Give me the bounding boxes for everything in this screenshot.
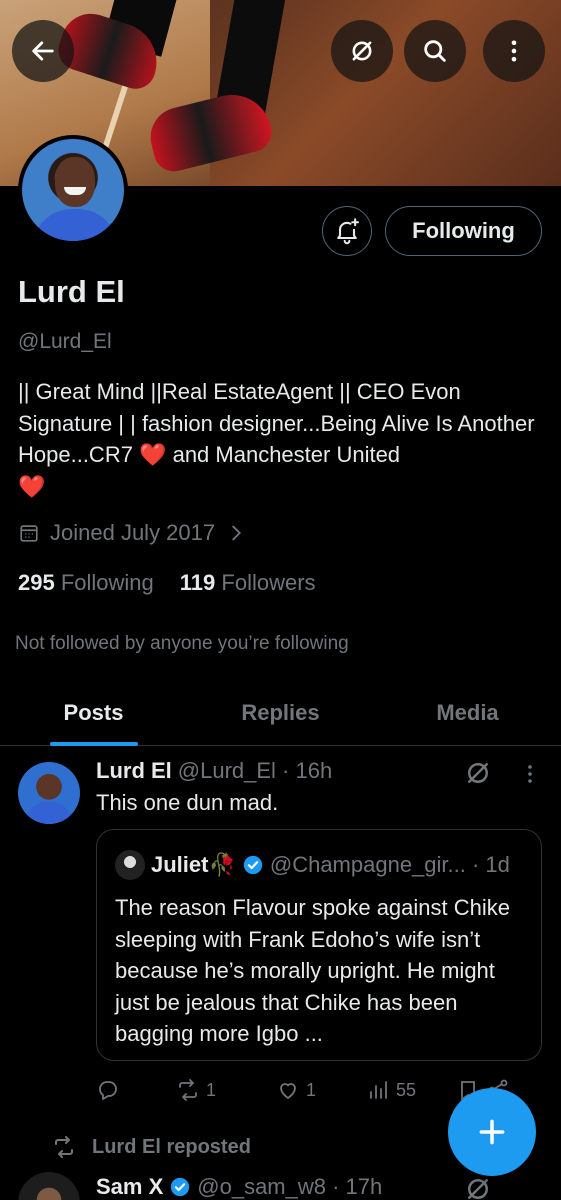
not-followed-note: Not followed by anyone you’re following: [15, 633, 349, 654]
search-button[interactable]: [404, 20, 466, 82]
quote-avatar: [115, 850, 145, 880]
reply-button[interactable]: [96, 1078, 176, 1102]
more-vertical-icon: [511, 40, 517, 62]
following-button[interactable]: Following: [385, 206, 542, 256]
post-avatar[interactable]: [18, 1172, 80, 1200]
tab-posts[interactable]: Posts: [0, 680, 187, 746]
repost-count: 1: [206, 1079, 217, 1100]
plus-icon: [479, 1119, 505, 1145]
profile-avatar[interactable]: [18, 135, 128, 245]
bio-text-2: and Manchester United: [166, 442, 401, 467]
verified-badge-icon: [243, 855, 263, 875]
post-avatar[interactable]: [18, 762, 80, 824]
quote-header: Juliet🥀 @Champagne_gir... · 1d: [115, 850, 510, 880]
repost-note[interactable]: Lurd El reposted: [92, 1136, 251, 1159]
quote-author: Juliet🥀: [151, 852, 236, 877]
avatar-body: [26, 802, 72, 824]
back-button[interactable]: [12, 20, 74, 82]
like-button[interactable]: 1: [276, 1078, 366, 1102]
views-button[interactable]: 55: [366, 1078, 456, 1102]
post-handle-time: @o_sam_w8 · 17h: [197, 1174, 383, 1199]
calendar-icon: [20, 525, 38, 542]
post-author[interactable]: Sam X: [96, 1174, 163, 1200]
bell-plus-icon: [337, 218, 360, 245]
search-icon: [424, 40, 446, 62]
avatar-body: [32, 209, 118, 241]
followers-count-link[interactable]: 119 Followers: [180, 570, 316, 596]
post-text: This one dun mad.: [96, 790, 279, 815]
heart-emoji: ❤️: [139, 442, 167, 467]
follow-counts: 295 Following 119 Followers: [18, 570, 316, 596]
compose-button[interactable]: [448, 1088, 536, 1176]
profile-name: Lurd El: [18, 274, 125, 309]
back-arrow-icon: [32, 41, 54, 61]
like-count: 1: [306, 1079, 317, 1100]
following-count: 295: [18, 570, 55, 595]
views-count: 55: [396, 1079, 417, 1100]
heart-icon: [280, 1083, 296, 1099]
joined-date[interactable]: Joined July 2017: [18, 520, 247, 546]
profile-handle: @Lurd_El: [18, 330, 112, 353]
grok-icon: [352, 41, 372, 61]
tab-media[interactable]: Media: [374, 680, 561, 745]
joined-label: Joined July 2017: [50, 520, 216, 545]
reply-icon: [99, 1081, 117, 1100]
followers-count: 119: [179, 570, 216, 595]
notifications-button[interactable]: [322, 206, 372, 256]
grok-icon[interactable]: [463, 758, 493, 788]
quoted-post[interactable]: Juliet🥀 @Champagne_gir... · 1d The reaso…: [96, 829, 542, 1061]
profile-tabs: Posts Replies Media: [0, 680, 561, 746]
following-count-link[interactable]: 295 Following: [18, 570, 154, 596]
post-header: Sam X @o_sam_w8 · 17h: [96, 1174, 382, 1200]
views-chart-icon: [370, 1081, 387, 1099]
verified-badge-icon: [171, 1177, 190, 1197]
repost-icon: [55, 1136, 73, 1158]
heart-emoji: ❤️: [18, 473, 46, 499]
post-author[interactable]: Lurd El: [96, 758, 172, 784]
chevron-right-icon: [232, 525, 242, 541]
post-handle-time: @Lurd_El · 16h: [177, 758, 333, 783]
following-label: Following: [60, 570, 154, 595]
more-button[interactable]: [483, 20, 545, 82]
profile-bio: || Great Mind ||Real EstateAgent || CEO …: [18, 376, 543, 502]
more-vertical-icon[interactable]: [518, 762, 542, 786]
repost-icon: [179, 1079, 197, 1101]
grok-icon[interactable]: [463, 1174, 493, 1200]
quote-handle-time: @Champagne_gir... · 1d: [269, 852, 510, 877]
grok-button[interactable]: [331, 20, 393, 82]
repost-indicator: Lurd El reposted: [52, 1135, 251, 1159]
repost-button[interactable]: 1: [176, 1078, 276, 1102]
post-header: Lurd El @Lurd_El · 16h: [96, 758, 332, 784]
quote-text: The reason Flavour spoke against Chike s…: [115, 895, 510, 1046]
avatar-face: [55, 157, 95, 207]
followers-label: Followers: [221, 570, 316, 595]
tab-replies[interactable]: Replies: [187, 680, 374, 745]
